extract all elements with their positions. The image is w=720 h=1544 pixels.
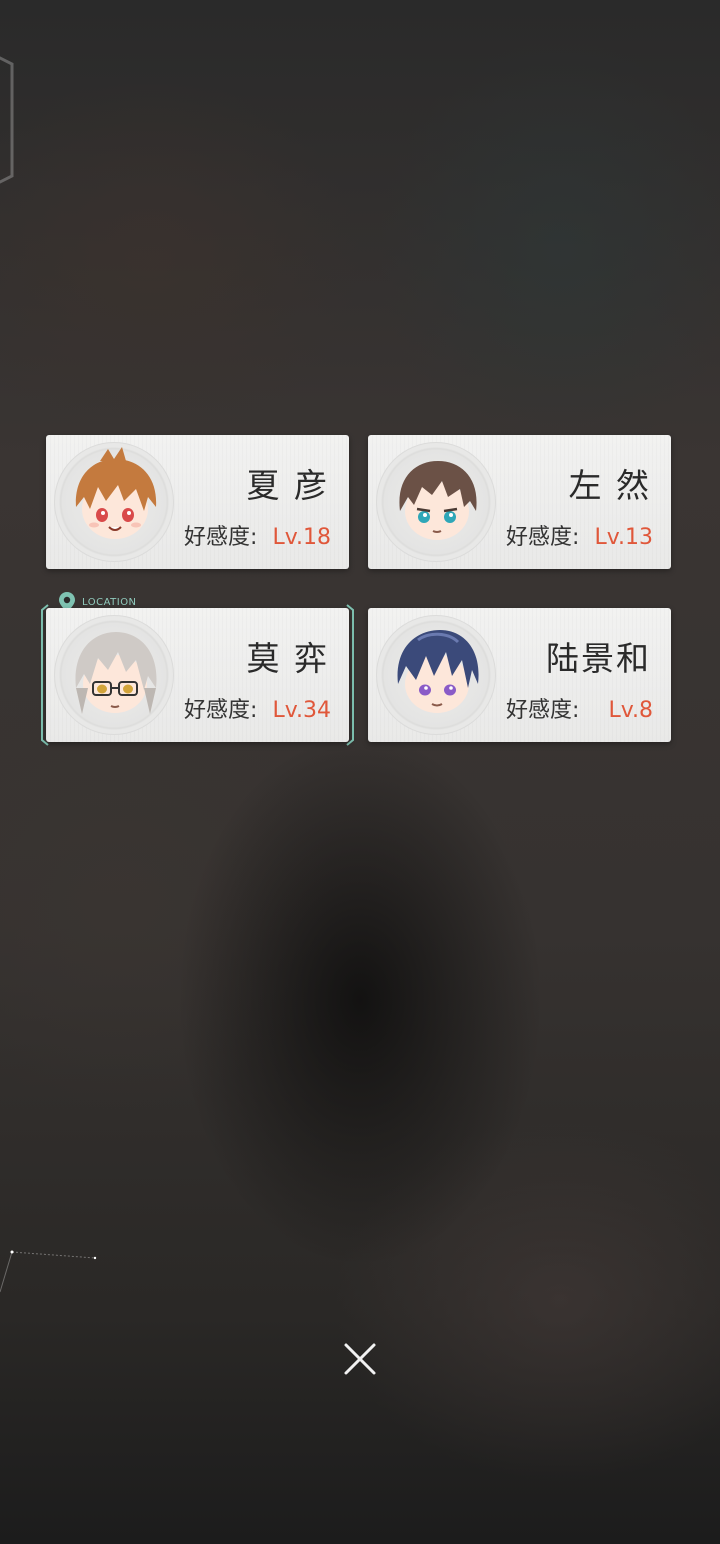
affinity-level: Lv.13 [594, 525, 653, 550]
character-name: 莫 弈 [246, 639, 329, 678]
corner-frame-decoration [0, 56, 14, 184]
character-grid: 夏 彦 好感度: Lv.18 左 然 好感度: Lv.13 LOCATION 莫… [41, 435, 672, 746]
location-label: LOCATION [82, 596, 137, 608]
affinity-label: 好感度: [506, 525, 580, 550]
affinity-row: 好感度: Lv.8 [506, 696, 653, 726]
affinity-row: 好感度: Lv.34 [184, 696, 331, 726]
affinity-label: 好感度: [184, 698, 258, 723]
avatar-brown-hair-icon [75, 447, 157, 539]
character-card-moyi[interactable]: 莫 弈 好感度: Lv.34 [46, 608, 349, 742]
character-name: 夏 彦 [246, 466, 329, 505]
character-card-zuoran[interactable]: 左 然 好感度: Lv.13 [368, 435, 671, 569]
avatar-navy-hair-icon [397, 630, 479, 713]
character-name: 陆景和 [546, 639, 651, 678]
affinity-row: 好感度: Lv.18 [184, 523, 331, 553]
affinity-level: Lv.34 [272, 698, 331, 723]
avatar-dark-brown-hair-icon [399, 461, 477, 540]
character-card-xiayan[interactable]: 夏 彦 好感度: Lv.18 [46, 435, 349, 569]
affinity-level: Lv.18 [272, 525, 331, 550]
character-card-lujinghe[interactable]: 陆景和 好感度: Lv.8 [368, 608, 671, 742]
character-name: 左 然 [568, 466, 651, 505]
avatar-silver-hair-icon [75, 632, 157, 714]
decorative-line [0, 1250, 97, 1293]
affinity-label: 好感度: [184, 525, 258, 550]
affinity-level: Lv.8 [608, 698, 653, 723]
affinity-row: 好感度: Lv.13 [506, 523, 653, 553]
close-button[interactable] [338, 1337, 382, 1381]
close-icon [344, 1343, 376, 1375]
affinity-label: 好感度: [506, 698, 580, 723]
